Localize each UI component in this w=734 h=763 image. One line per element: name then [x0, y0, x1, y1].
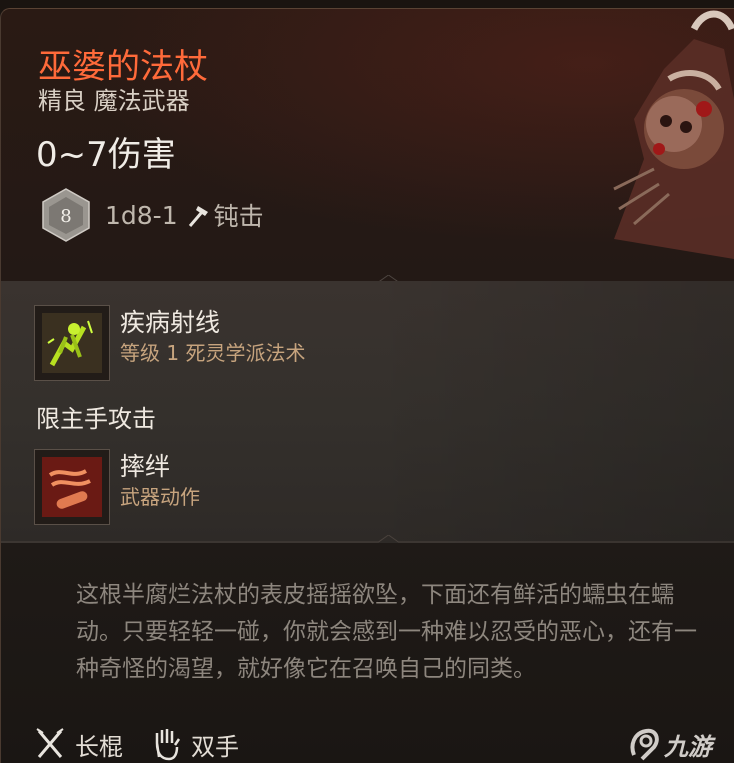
nine-game-logo-icon	[630, 728, 659, 761]
ability-name: 摔绊	[120, 452, 171, 481]
ability-detail: 武器动作	[120, 485, 200, 509]
damage-type: 钝击	[213, 202, 264, 231]
item-tooltip: 巫婆的法杖 精良 魔法武器 0~7伤害 8 1d8-1 钝击 疾病射线 等级 1…	[0, 8, 734, 763]
sickness-ray-icon	[42, 313, 102, 373]
ability-sickness-ray[interactable]: 疾病射线 等级 1 死灵学派法术	[34, 305, 305, 381]
section-divider	[1, 535, 734, 543]
hammer-icon	[188, 206, 208, 227]
damage-range: 0~7伤害	[36, 135, 176, 175]
two-hand-icon	[155, 729, 181, 761]
watermark: 九游	[628, 721, 726, 763]
staff-art-icon	[613, 10, 734, 259]
item-rarity: 精良 魔法武器	[38, 87, 190, 115]
watermark-text: 九游	[664, 732, 712, 761]
item-description: 这根半腐烂法杖的表皮摇摇欲坠，下面还有鲜活的蠕虫在蠕动。只要轻轻一碰，你就会感到…	[76, 582, 697, 682]
d8-die-icon: 8	[42, 188, 90, 242]
die-face-label: 8	[60, 206, 71, 227]
main-hand-restriction: 限主手攻击	[36, 405, 156, 433]
ability-name: 疾病射线	[120, 308, 221, 337]
handedness: 双手	[191, 732, 239, 761]
ability-topple[interactable]: 摔绊 武器动作	[34, 449, 200, 525]
weapon-type: 长棍	[75, 732, 123, 761]
topple-icon	[42, 457, 102, 517]
damage-dice-row: 8 1d8-1 钝击	[39, 187, 264, 243]
item-properties: 长棍 双手	[35, 722, 267, 763]
ability-detail: 等级 1 死灵学派法术	[120, 341, 306, 365]
crossed-staves-icon	[36, 728, 64, 758]
dice-formula: 1d8-1	[105, 200, 178, 230]
